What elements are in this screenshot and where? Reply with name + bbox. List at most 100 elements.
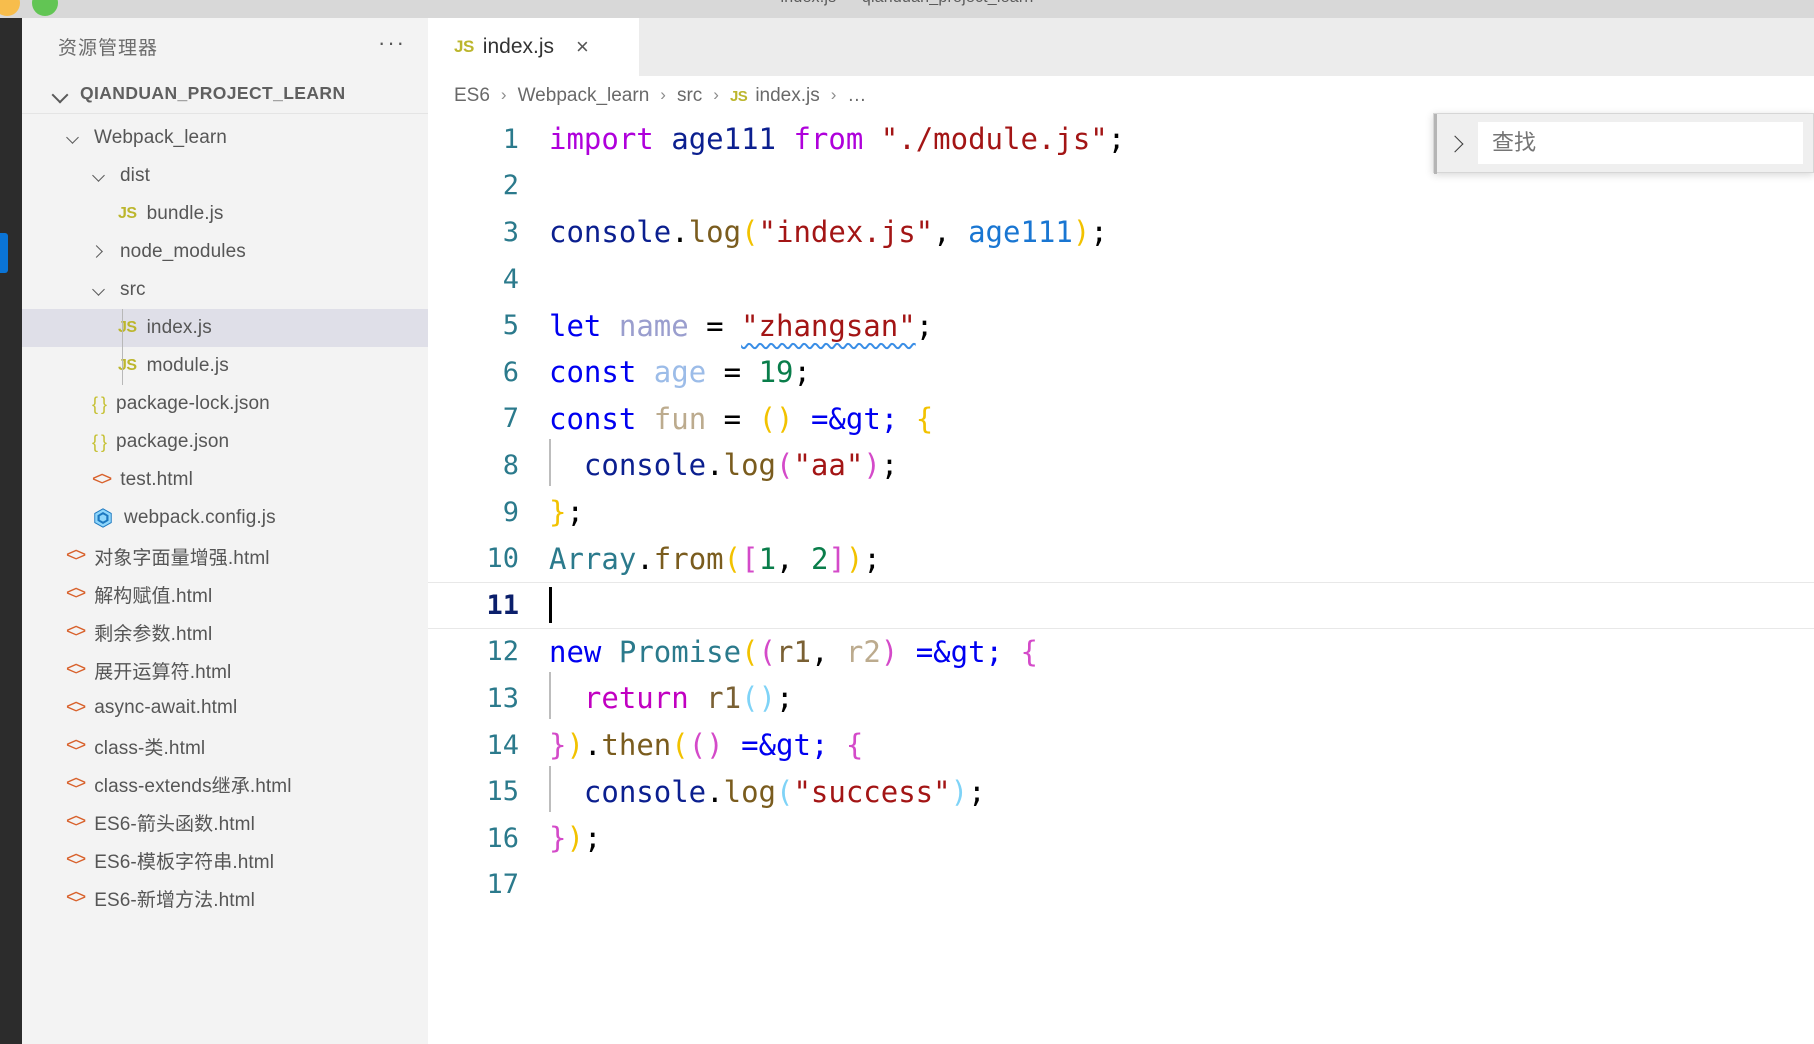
tree-item-ES6-新增方法-html[interactable]: <> ES6-新增方法.html	[22, 879, 428, 917]
code-line-text: const age = 19;	[549, 355, 811, 390]
window-titlebar: index.js — qianduan_project_learn	[0, 0, 1814, 18]
file-tree: Webpack_learndist JS bundle.js node_modules…	[22, 119, 428, 1044]
tree-item-class-extends继承-html[interactable]: <> class-extends继承.html	[22, 765, 428, 803]
tree-item-src[interactable]: src	[22, 271, 428, 309]
breadcrumb-item-4[interactable]: …	[847, 85, 866, 107]
tab-index-js[interactable]: JS index.js ×	[428, 18, 639, 76]
tree-item-index-js[interactable]: JS index.js	[22, 309, 428, 347]
tree-item-webpack-config-js[interactable]: webpack.config.js	[22, 499, 428, 537]
line-number: 6	[502, 356, 519, 388]
js-file-icon: JS	[729, 87, 748, 105]
code-line-5[interactable]: 5 let name = "zhangsan";	[428, 302, 1814, 349]
html-file-icon: <>	[66, 849, 86, 870]
indent-guide	[549, 765, 551, 813]
tree-item-label: node_modules	[120, 241, 246, 262]
code-line-3[interactable]: 3 console.log("index.js", age111);	[428, 209, 1814, 256]
tree-item-对象字面量增强-html[interactable]: <> 对象字面量增强.html	[22, 537, 428, 575]
line-number: 8	[502, 449, 519, 481]
breadcrumb-item-3[interactable]: index.js	[755, 85, 819, 107]
editor-tabs-bar: JS index.js ×	[428, 18, 1814, 76]
tree-item-package-json[interactable]: { } package.json	[22, 423, 428, 461]
tree-item-解构赋值-html[interactable]: <> 解构赋值.html	[22, 575, 428, 613]
root-folder-row[interactable]: QIANDUAN_PROJECT_LEARN	[22, 74, 428, 114]
line-number: 2	[502, 170, 519, 202]
tree-item-剩余参数-html[interactable]: <> 剩余参数.html	[22, 613, 428, 651]
tree-item-label: ES6-新增方法.html	[94, 889, 255, 911]
tree-item-bundle-js[interactable]: JS bundle.js	[22, 195, 428, 233]
find-expand-toggle[interactable]	[1434, 113, 1478, 173]
tree-item-node_modules[interactable]: node_modules	[22, 233, 428, 271]
tree-item-ES6-箭头函数-html[interactable]: <> ES6-箭头函数.html	[22, 803, 428, 841]
webpack-file-icon	[92, 508, 114, 528]
find-widget[interactable]	[1433, 113, 1814, 174]
code-editor-surface[interactable]: 1 import age111 from "./module.js"; 2 3 cons…	[428, 116, 1814, 1044]
activity-bar[interactable]	[0, 18, 22, 1044]
json-file-icon: { }	[92, 393, 107, 414]
tree-item-test-html[interactable]: <> test.html	[22, 461, 428, 499]
tree-item-ES6-模板字符串-html[interactable]: <> ES6-模板字符串.html	[22, 841, 428, 879]
code-line-text: const fun = () =&gt; {	[549, 401, 934, 436]
code-line-text: let name = "zhangsan";	[549, 308, 934, 343]
code-line-9[interactable]: 9};	[428, 489, 1814, 536]
breadcrumb-item-0[interactable]: ES6	[454, 85, 490, 107]
chevron-right-icon	[1447, 134, 1465, 152]
html-file-icon: <>	[66, 583, 86, 604]
json-file-icon: { }	[92, 431, 107, 452]
breadcrumb-separator-icon: ›	[830, 85, 837, 104]
breadcrumb-item-2[interactable]: src	[677, 85, 702, 107]
tree-item-label: dist	[120, 165, 150, 186]
code-line-6[interactable]: 6 const age = 19;	[428, 349, 1814, 396]
code-line-text: }).then(() =&gt; {	[549, 728, 864, 763]
code-line-12[interactable]: 12 new Promise((r1, r2) =&gt; {	[428, 629, 1814, 676]
code-line-7[interactable]: 7 const fun = () =&gt; {	[428, 396, 1814, 443]
tree-item-label: 剩余参数.html	[94, 623, 213, 645]
code-line-text: console.log("aa");	[546, 439, 1814, 487]
breadcrumb-separator-icon: ›	[660, 85, 666, 104]
tree-item-class-类-html[interactable]: <> class-类.html	[22, 727, 428, 765]
find-input[interactable]	[1478, 122, 1803, 164]
code-line-11[interactable]: 11	[428, 581, 1814, 629]
line-number: 10	[486, 543, 519, 575]
line-number: 13	[486, 682, 519, 714]
code-line-text: Array.from([1, 2]);	[549, 541, 881, 576]
tree-item-Webpack_learn[interactable]: Webpack_learn	[22, 119, 428, 157]
tree-item-dist[interactable]: dist	[22, 157, 428, 195]
js-file-icon: JS	[118, 205, 137, 222]
html-file-icon: <>	[92, 469, 112, 490]
tree-item-展开运算符-html[interactable]: <> 展开运算符.html	[22, 651, 428, 689]
tree-item-package-lock-json[interactable]: { } package-lock.json	[22, 385, 428, 423]
code-line-15[interactable]: 15 console.log("success");	[428, 765, 1814, 815]
tree-item-label: 对象字面量增强.html	[94, 547, 270, 569]
code-line-4[interactable]: 4	[428, 256, 1814, 303]
tree-item-label: Webpack_learn	[94, 127, 227, 148]
line-number: 11	[486, 589, 519, 621]
indent-guide	[122, 347, 123, 385]
close-icon[interactable]: ×	[576, 36, 589, 58]
breadcrumb-item-1[interactable]: Webpack_learn	[518, 85, 650, 107]
activity-bar-active-indicator	[0, 233, 8, 273]
code-line-8[interactable]: 8 console.log("aa");	[428, 439, 1814, 489]
line-number: 15	[486, 776, 519, 808]
code-line-16[interactable]: 16});	[428, 815, 1814, 862]
root-folder-label: QIANDUAN_PROJECT_LEARN	[80, 83, 346, 103]
code-line-text: console.log("index.js", age111);	[549, 215, 1108, 250]
explorer-title: 资源管理器	[58, 37, 159, 59]
line-number: 14	[486, 729, 519, 761]
tree-item-label: bundle.js	[146, 203, 224, 224]
tree-item-async-await-html[interactable]: <> async-await.html	[22, 689, 428, 727]
html-file-icon: <>	[66, 773, 86, 794]
text-cursor	[549, 587, 552, 624]
breadcrumb: ES6 › Webpack_learn › src › JS index.js ›…	[428, 76, 1814, 116]
html-file-icon: <>	[66, 735, 86, 756]
tree-item-module-js[interactable]: JS module.js	[22, 347, 428, 385]
code-line-17[interactable]: 17	[428, 862, 1814, 909]
indent-guide	[122, 309, 123, 347]
code-line-14[interactable]: 14 }).then(() =&gt; {	[428, 722, 1814, 769]
code-line-10[interactable]: 10 Array.from([1, 2]);	[428, 535, 1814, 582]
tree-item-label: package-lock.json	[116, 393, 270, 414]
tree-item-label: index.js	[146, 317, 212, 338]
more-actions-icon[interactable]: ···	[378, 32, 406, 54]
line-number: 9	[502, 496, 519, 528]
code-line-13[interactable]: 13 return r1();	[428, 672, 1814, 722]
tree-item-label: class-extends继承.html	[94, 775, 292, 797]
